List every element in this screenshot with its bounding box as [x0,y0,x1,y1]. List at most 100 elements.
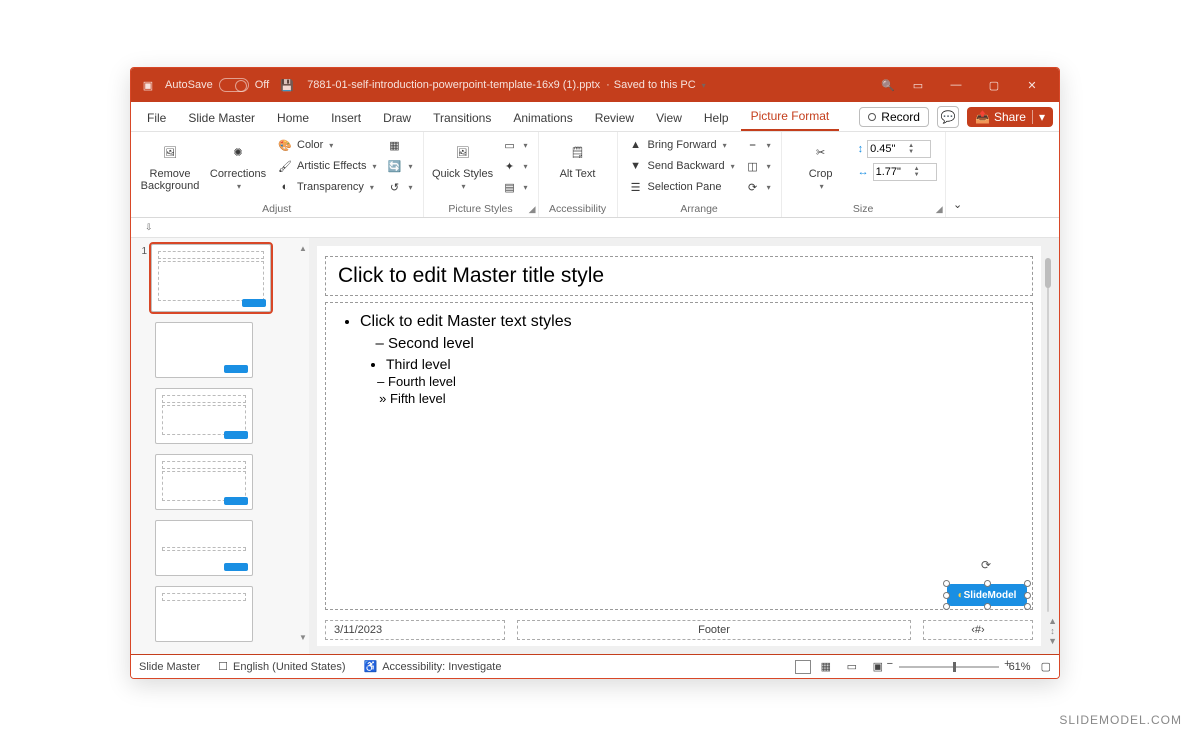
corrections-button[interactable]: ✺ Corrections▾ [207,136,269,191]
search-icon[interactable]: 🔍 [877,74,899,96]
resize-handle[interactable] [1024,580,1031,587]
body-placeholder[interactable]: Click to edit Master text styles Second … [325,302,1033,610]
accessibility-icon: ♿ [364,660,378,673]
selected-picture[interactable]: ⟳ ◐ SlideModel [947,584,1027,606]
reset-picture-button[interactable]: ↺▾ [385,178,415,196]
record-button[interactable]: Record [859,107,929,127]
layout-thumb[interactable] [155,388,253,444]
tab-picture-format[interactable]: Picture Format [741,103,840,131]
qat-customize-icon[interactable]: ⇩ [141,222,157,233]
tab-animations[interactable]: Animations [503,105,582,131]
tab-transitions[interactable]: Transitions [423,105,501,131]
transparency-icon: ◐ [277,179,293,195]
resize-handle[interactable] [1024,603,1031,610]
status-view[interactable]: Slide Master [139,661,200,673]
footer-placeholder[interactable]: Footer [517,620,911,640]
powerpoint-window: ▣ AutoSave Off 💾 7881-01-self-introducti… [130,67,1060,679]
thumbnail-pane[interactable]: 1 [131,238,309,654]
width-input[interactable]: ▲▼ [873,163,937,181]
tab-draw[interactable]: Draw [373,105,421,131]
picture-effects-button[interactable]: ✦▾ [500,157,530,175]
align-icon: ⎯ [745,137,761,153]
resize-handle[interactable] [1024,592,1031,599]
ribbon-display-icon[interactable]: ▭ [899,68,937,102]
artistic-icon: 🖌 [277,158,293,174]
rotate-button[interactable]: ⟳▾ [743,178,773,196]
remove-background-icon: 🖼 [156,138,184,166]
tab-help[interactable]: Help [694,105,739,131]
group-arrange: ▲Bring Forward▾ ▼Send Backward▾ ☰Selecti… [618,132,782,217]
slide-canvas[interactable]: Click to edit Master title style Click t… [317,246,1041,646]
alt-text-button[interactable]: 🗒 Alt Text [547,136,609,180]
crop-button[interactable]: ✂ Crop▾ [790,136,852,191]
selection-pane-button[interactable]: ☰Selection Pane [626,178,737,196]
send-backward-button[interactable]: ▼Send Backward▾ [626,157,737,175]
close-button[interactable]: ✕ [1013,68,1051,102]
artistic-effects-button[interactable]: 🖌Artistic Effects▾ [275,157,379,175]
sorter-view-icon[interactable]: ▦ [821,660,837,674]
save-status[interactable]: · Saved to this PC ▾ [606,79,706,91]
zoom-level[interactable]: 61% [1009,661,1031,673]
status-language[interactable]: ☐English (United States) [218,660,345,673]
resize-handle[interactable] [984,580,991,587]
group-label-arrange: Arrange [626,202,773,215]
bring-forward-button[interactable]: ▲Bring Forward▾ [626,136,737,154]
fit-to-window-icon[interactable]: ▢ [1041,660,1051,673]
change-picture-button[interactable]: 🔄▾ [385,157,415,175]
group-adjust: 🖼 Remove Background ✺ Corrections▾ 🎨Colo… [131,132,424,217]
minimize-button[interactable]: — [937,68,975,102]
comments-icon[interactable]: 💬 [937,106,959,128]
align-button[interactable]: ⎯▾ [743,136,773,154]
layout-thumb[interactable] [155,322,253,378]
title-placeholder[interactable]: Click to edit Master title style [325,256,1033,296]
resize-handle[interactable] [943,592,950,599]
color-button[interactable]: 🎨Color▾ [275,136,379,154]
picture-layout-button[interactable]: ▤▾ [500,178,530,196]
zoom-slider[interactable] [899,666,999,668]
layout-thumb[interactable] [155,520,253,576]
group-button[interactable]: ◫▾ [743,157,773,175]
tab-review[interactable]: Review [585,105,644,131]
autosave-toggle[interactable]: AutoSave Off [165,78,269,92]
save-icon[interactable]: 💾 [279,77,295,93]
thumbnail-scrollbar[interactable] [297,244,309,642]
tab-file[interactable]: File [137,105,176,131]
quick-access-row: ⇩ [131,218,1059,238]
master-slide-thumb[interactable] [151,244,271,312]
editor-scrollbar[interactable]: ▲↕▼ [1045,246,1057,646]
alt-text-icon: 🗒 [564,138,592,166]
slide-number-placeholder[interactable]: ‹#› [923,620,1033,640]
resize-handle[interactable] [943,580,950,587]
remove-background-button[interactable]: 🖼 Remove Background [139,136,201,192]
language-icon: ☐ [218,660,228,673]
date-placeholder[interactable]: 3/11/2023 [325,620,505,640]
title-bar: ▣ AutoSave Off 💾 7881-01-self-introducti… [131,68,1059,102]
tab-home[interactable]: Home [267,105,319,131]
reading-view-icon[interactable]: ▭ [847,660,863,674]
maximize-button[interactable]: ▢ [975,68,1013,102]
status-bar: Slide Master ☐English (United States) ♿A… [131,654,1059,678]
tab-slide-master[interactable]: Slide Master [178,105,265,131]
resize-handle[interactable] [984,603,991,610]
resize-handle[interactable] [943,603,950,610]
status-accessibility[interactable]: ♿Accessibility: Investigate [364,660,502,673]
quick-styles-button[interactable]: 🖼 Quick Styles▾ [432,136,494,191]
normal-view-icon[interactable] [795,660,811,674]
dialog-launcher-icon[interactable]: ◢ [936,204,943,215]
layout-thumb[interactable] [155,586,253,642]
ribbon: 🖼 Remove Background ✺ Corrections▾ 🎨Colo… [131,132,1059,218]
slide-editor[interactable]: Click to edit Master title style Click t… [309,238,1059,654]
share-button[interactable]: 📤 Share▾ [967,107,1053,127]
transparency-button[interactable]: ◐Transparency▾ [275,178,379,196]
dialog-launcher-icon[interactable]: ◢ [529,204,536,215]
document-title[interactable]: 7881-01-self-introduction-powerpoint-tem… [307,79,600,91]
picture-border-button[interactable]: ▭▾ [500,136,530,154]
height-input[interactable]: ▲▼ [867,140,931,158]
layout-thumb[interactable] [155,454,253,510]
chevron-down-icon[interactable]: ▾ [1032,110,1045,124]
rotation-handle-icon[interactable]: ⟳ [981,558,991,572]
collapse-ribbon-button[interactable]: ⌄ [946,132,970,217]
compress-pictures-button[interactable]: ▦ [385,136,415,154]
tab-view[interactable]: View [646,105,692,131]
tab-insert[interactable]: Insert [321,105,371,131]
